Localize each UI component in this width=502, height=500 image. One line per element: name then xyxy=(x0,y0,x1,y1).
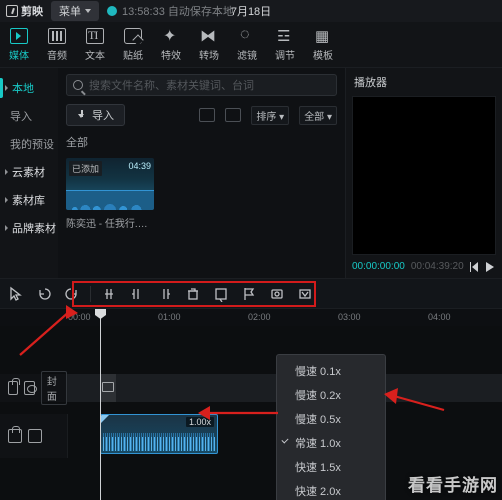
trim-left-tool[interactable] xyxy=(127,285,147,303)
speed-context-menu: 慢速 0.1x 慢速 0.2x 慢速 0.5x 常速 1.0x 快速 1.5x … xyxy=(276,354,386,500)
split-tool[interactable] xyxy=(99,285,119,303)
status-dot-icon xyxy=(107,6,117,16)
logo-icon xyxy=(6,5,18,17)
expand-icon xyxy=(5,197,8,203)
speed-option-selected[interactable]: 常速 1.0x xyxy=(277,431,385,455)
ruler-tick: 03:00 xyxy=(338,312,361,322)
sticker-icon xyxy=(124,28,142,44)
app-name: 剪映 xyxy=(21,3,43,19)
watermark: 看看手游网 xyxy=(408,471,498,496)
clip-duration: 04:39 xyxy=(128,161,151,171)
autosave-status: 13:58:33 自动保存本地 xyxy=(107,3,234,19)
sidebar-item-local[interactable]: 本地 xyxy=(0,74,58,102)
freeze-tool[interactable] xyxy=(295,285,315,303)
timeline-ruler[interactable]: 00:00 01:00 02:00 03:00 04:00 xyxy=(0,308,502,326)
menu-button[interactable]: 菜单 xyxy=(51,1,99,21)
filter-icon xyxy=(238,28,256,44)
player-viewport[interactable] xyxy=(352,96,496,255)
rewind-icon[interactable] xyxy=(470,262,478,272)
expand-icon xyxy=(5,85,8,91)
search-input[interactable]: 搜索文件名称、素材关键词、台词 xyxy=(66,74,337,96)
tab-transition[interactable]: 转场 xyxy=(190,22,228,67)
media-icon xyxy=(10,28,28,44)
delete-tool[interactable] xyxy=(183,285,203,303)
speed-option[interactable]: 快速 1.5x xyxy=(277,455,385,479)
ruler-tick: 00:00 xyxy=(68,312,91,322)
timeline-toolbar xyxy=(0,278,502,308)
clip-filename: 陈奕迅 - 任我行.mp3 xyxy=(66,215,154,230)
expand-icon xyxy=(5,225,8,231)
player-total-time: 00:04:39:20 xyxy=(411,261,464,272)
import-icon xyxy=(77,110,87,120)
cover-button[interactable]: 封面 xyxy=(41,371,67,405)
module-tabs: 媒体 音频 文本 贴纸 特效 转场 滤镜 调节 模板 xyxy=(0,22,502,68)
tab-adjust[interactable]: 调节 xyxy=(266,22,304,67)
player-panel: 播放器 00:00:00:00 00:04:39:20 xyxy=(345,68,502,278)
tab-sticker[interactable]: 贴纸 xyxy=(114,22,152,67)
filter-dropdown[interactable]: 全部 ▾ xyxy=(299,106,337,125)
visibility-icon[interactable] xyxy=(24,381,34,395)
lock-icon[interactable] xyxy=(8,429,22,443)
sidebar-item-library[interactable]: 素材库 xyxy=(0,186,58,214)
tab-template[interactable]: 模板 xyxy=(304,22,342,67)
group-label: 全部 xyxy=(66,134,337,150)
record-tool[interactable] xyxy=(267,285,287,303)
ruler-tick: 02:00 xyxy=(248,312,271,322)
speed-option[interactable]: 慢速 0.1x xyxy=(277,359,385,383)
app-logo: 剪映 xyxy=(6,3,43,19)
audio-icon xyxy=(48,28,66,44)
blank-clip-icon xyxy=(100,374,116,402)
undo-button[interactable] xyxy=(34,285,54,303)
tab-effect[interactable]: 特效 xyxy=(152,22,190,67)
document-title: 7月18日 xyxy=(231,3,271,19)
clip-speed-badge: 1.00x xyxy=(186,417,214,427)
tab-filter[interactable]: 滤镜 xyxy=(228,22,266,67)
lock-icon[interactable] xyxy=(8,381,18,395)
media-clip[interactable]: 已添加 04:39 陈奕迅 - 任我行.mp3 xyxy=(66,158,154,230)
speed-option[interactable]: 慢速 0.2x xyxy=(277,383,385,407)
clip-added-badge: 已添加 xyxy=(69,161,102,176)
ruler-tick: 04:00 xyxy=(428,312,451,322)
player-title: 播放器 xyxy=(346,68,502,96)
view-list-icon[interactable] xyxy=(225,108,241,122)
cut-tool[interactable] xyxy=(211,285,231,303)
redo-button[interactable] xyxy=(62,285,82,303)
text-icon xyxy=(86,28,104,44)
expand-icon xyxy=(5,169,8,175)
ruler-tick: 01:00 xyxy=(158,312,181,322)
template-icon xyxy=(314,28,332,44)
sort-dropdown[interactable]: 排序 ▾ xyxy=(251,106,289,125)
media-panel: 搜索文件名称、素材关键词、台词 导入 排序 ▾ 全部 ▾ 全部 xyxy=(58,68,345,278)
trim-right-tool[interactable] xyxy=(155,285,175,303)
chevron-down-icon xyxy=(85,9,91,13)
speed-option[interactable]: 慢速 0.5x xyxy=(277,407,385,431)
import-button[interactable]: 导入 xyxy=(66,104,125,126)
transition-icon xyxy=(200,28,218,44)
source-sidebar: 本地 导入 我的预设 云素材 素材库 品牌素材 xyxy=(0,68,58,278)
audio-track-head xyxy=(0,414,68,458)
clip-thumbnail: 已添加 04:39 xyxy=(66,158,154,210)
adjust-icon xyxy=(276,28,294,44)
sidebar-item-preset[interactable]: 我的预设 xyxy=(0,130,58,158)
sidebar-item-brand[interactable]: 品牌素材 xyxy=(0,214,58,242)
video-track-head: 封面 xyxy=(0,374,68,402)
view-thumb-icon[interactable] xyxy=(199,108,215,122)
tab-audio[interactable]: 音频 xyxy=(38,22,76,67)
tab-media[interactable]: 媒体 xyxy=(0,22,38,67)
player-current-time: 00:00:00:00 xyxy=(352,261,405,272)
audio-clip[interactable]: 1.00x xyxy=(100,414,218,454)
speed-option[interactable]: 快速 2.0x xyxy=(277,479,385,500)
play-icon[interactable] xyxy=(486,262,494,272)
pointer-tool[interactable] xyxy=(6,285,26,303)
fade-handle-icon[interactable] xyxy=(100,414,110,424)
tab-text[interactable]: 文本 xyxy=(76,22,114,67)
mute-icon[interactable] xyxy=(28,429,42,443)
effect-icon xyxy=(162,28,180,44)
sidebar-item-import[interactable]: 导入 xyxy=(0,102,58,130)
playhead[interactable] xyxy=(100,309,101,500)
sidebar-item-cloud[interactable]: 云素材 xyxy=(0,158,58,186)
search-icon xyxy=(73,80,83,90)
marker-tool[interactable] xyxy=(239,285,259,303)
